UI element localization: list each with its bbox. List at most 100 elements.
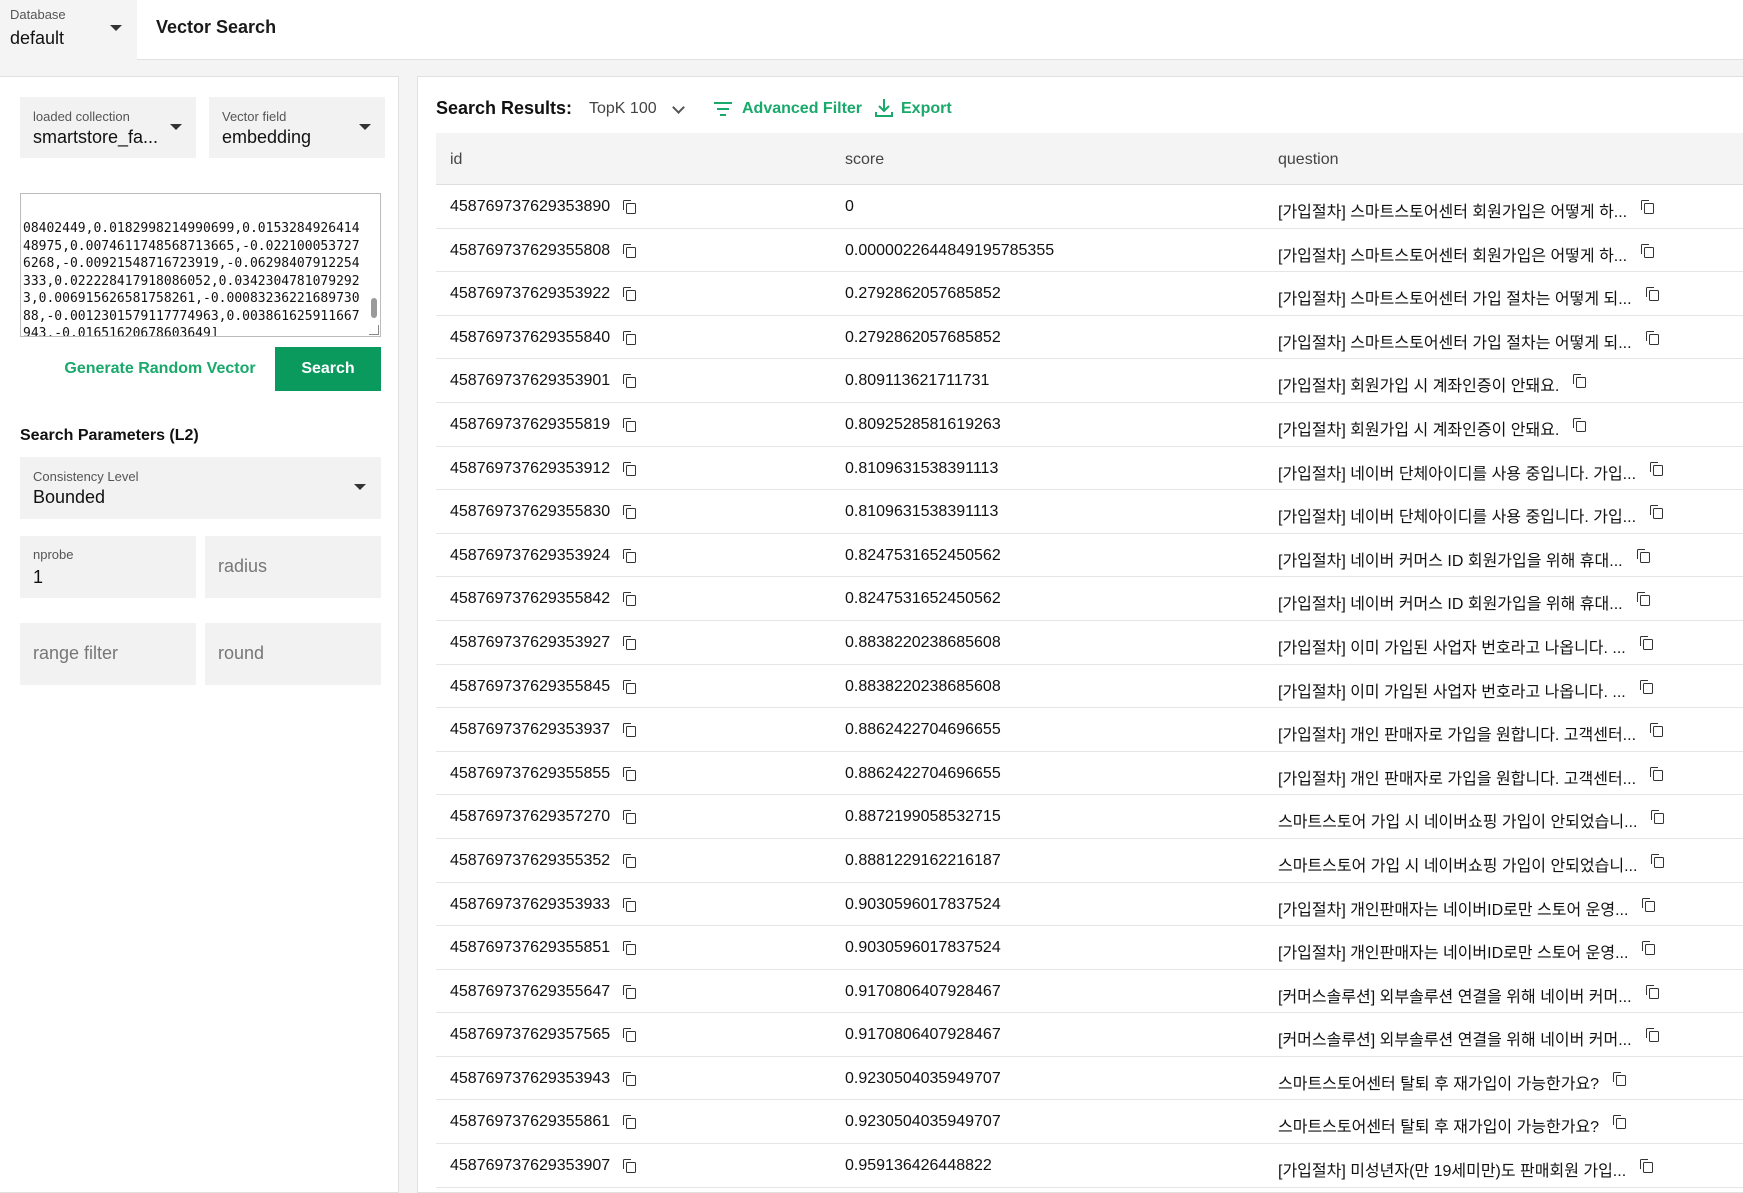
cell-score: 0 bbox=[845, 198, 854, 215]
copy-icon[interactable] bbox=[623, 941, 636, 956]
round-field[interactable]: round bbox=[205, 623, 381, 685]
copy-icon[interactable] bbox=[623, 287, 636, 302]
topk-select[interactable]: TopK 100 bbox=[589, 100, 657, 118]
search-config-panel: loaded collection smartstore_fa... Vecto… bbox=[0, 76, 399, 1193]
table-row: 458769737629353890 0 [가입절차] 스마트스토어센터 회원가입은… bbox=[436, 185, 1743, 229]
column-header-id[interactable]: id bbox=[450, 151, 462, 169]
copy-icon[interactable] bbox=[1642, 897, 1655, 912]
cell-question: [가입절차] 네이버 커머스 ID 회원가입을 위해 휴대... bbox=[1278, 552, 1623, 570]
copy-icon[interactable] bbox=[623, 592, 636, 607]
copy-icon[interactable] bbox=[623, 548, 636, 563]
cell-score: 0.0000022644849195785355 bbox=[845, 241, 1055, 259]
copy-icon[interactable] bbox=[623, 243, 636, 258]
copy-icon[interactable] bbox=[623, 1159, 636, 1174]
resize-handle-icon[interactable] bbox=[369, 325, 379, 335]
copy-icon[interactable] bbox=[1642, 941, 1655, 956]
copy-icon[interactable] bbox=[623, 1028, 636, 1043]
generate-random-vector-button[interactable]: Generate Random Vector bbox=[60, 357, 260, 381]
table-row: 458769737629353901 0.809113621711731 [가입절차… bbox=[436, 359, 1743, 403]
cell-score: 0.8092528581619263 bbox=[845, 415, 1001, 433]
copy-icon[interactable] bbox=[1650, 505, 1663, 520]
vector-input-text: 08402449,0.0182998214990699,0.0153284926… bbox=[23, 194, 363, 336]
column-header-score[interactable]: score bbox=[845, 151, 884, 169]
cell-id: 458769737629355808 bbox=[450, 241, 611, 259]
copy-icon[interactable] bbox=[1573, 374, 1586, 389]
vector-scroll-thumb[interactable] bbox=[371, 298, 377, 318]
copy-icon[interactable] bbox=[623, 897, 636, 912]
copy-icon[interactable] bbox=[623, 766, 636, 781]
vector-input[interactable]: 08402449,0.0182998214990699,0.0153284926… bbox=[20, 193, 381, 337]
cell-score: 0.809113621711731 bbox=[845, 372, 990, 390]
copy-icon[interactable] bbox=[1650, 723, 1663, 738]
nprobe-field[interactable]: nprobe 1 bbox=[20, 536, 196, 598]
database-value: default bbox=[10, 28, 65, 48]
copy-icon[interactable] bbox=[623, 1071, 636, 1086]
copy-icon[interactable] bbox=[1573, 417, 1586, 432]
radius-field[interactable]: radius bbox=[205, 536, 381, 598]
copy-icon[interactable] bbox=[623, 984, 636, 999]
table-row: 458769737629355845 0.8838220238685608 [가입절… bbox=[436, 665, 1743, 709]
column-header-question[interactable]: question bbox=[1278, 151, 1339, 169]
copy-icon[interactable] bbox=[623, 330, 636, 345]
cell-question: [가입절차] 개인판매자는 네이버ID로만 스토어 운영... bbox=[1278, 901, 1629, 919]
consistency-level-select[interactable]: Consistency Level Bounded bbox=[20, 457, 381, 519]
search-button[interactable]: Search bbox=[275, 347, 381, 391]
cell-id: 458769737629357270 bbox=[450, 808, 611, 826]
copy-icon[interactable] bbox=[1646, 330, 1659, 345]
copy-icon[interactable] bbox=[1613, 1115, 1626, 1130]
cell-question: [가입절차] 미성년자(만 19세미만)도 판매회원 가입... bbox=[1278, 1163, 1627, 1181]
table-row: 458769737629355647 0.9170806407928467 [커머스… bbox=[436, 970, 1743, 1014]
database-select[interactable]: Database default bbox=[0, 0, 137, 60]
copy-icon[interactable] bbox=[1613, 1071, 1626, 1086]
cell-score: 0.9170806407928467 bbox=[845, 1026, 1001, 1044]
copy-icon[interactable] bbox=[1637, 592, 1650, 607]
vector-field-select[interactable]: Vector field embedding bbox=[209, 97, 385, 158]
advanced-filter-label: Advanced Filter bbox=[742, 100, 863, 117]
copy-icon[interactable] bbox=[623, 461, 636, 476]
copy-icon[interactable] bbox=[1640, 1159, 1653, 1174]
copy-icon[interactable] bbox=[623, 374, 636, 389]
copy-icon[interactable] bbox=[1640, 635, 1653, 650]
copy-icon[interactable] bbox=[623, 200, 636, 214]
table-row: 458769737629355861 0.9230504035949707 스마트스… bbox=[436, 1100, 1743, 1145]
chevron-down-icon[interactable] bbox=[672, 101, 685, 114]
table-header: id score question bbox=[436, 133, 1743, 185]
cell-id: 458769737629353927 bbox=[450, 633, 611, 651]
table-row: 458769737629355851 0.9030596017837524 [가입절… bbox=[436, 926, 1743, 970]
copy-icon[interactable] bbox=[623, 853, 636, 868]
cell-id: 458769737629355851 bbox=[450, 939, 611, 957]
copy-icon[interactable] bbox=[1646, 984, 1659, 999]
cell-score: 0.8862422704696655 bbox=[845, 764, 1001, 782]
copy-icon[interactable] bbox=[1637, 548, 1650, 563]
copy-icon[interactable] bbox=[1651, 810, 1664, 825]
copy-icon[interactable] bbox=[1646, 1028, 1659, 1043]
copy-icon[interactable] bbox=[1641, 243, 1654, 258]
copy-icon[interactable] bbox=[623, 679, 636, 694]
cell-question: [가입절차] 회원가입 시 계좌인증이 안돼요. bbox=[1278, 421, 1560, 439]
copy-icon[interactable] bbox=[1641, 200, 1654, 214]
copy-icon[interactable] bbox=[623, 505, 636, 520]
copy-icon[interactable] bbox=[623, 810, 636, 825]
copy-icon[interactable] bbox=[623, 635, 636, 650]
database-label: Database bbox=[10, 7, 66, 22]
cell-question: [가입절차] 개인 판매자로 가입을 원합니다. 고객센터... bbox=[1278, 770, 1637, 788]
copy-icon[interactable] bbox=[1640, 679, 1653, 694]
collection-select[interactable]: loaded collection smartstore_fa... bbox=[20, 97, 196, 158]
copy-icon[interactable] bbox=[623, 723, 636, 738]
copy-icon[interactable] bbox=[1650, 766, 1663, 781]
copy-icon[interactable] bbox=[1650, 461, 1663, 476]
cell-question: [가입절차] 개인 판매자로 가입을 원합니다. 고객센터... bbox=[1278, 727, 1637, 745]
copy-icon[interactable] bbox=[1651, 853, 1664, 868]
top-header: Database default Vector Search bbox=[0, 0, 1743, 60]
cell-question: 스마트스토어센터 탈퇴 후 재가입이 가능한가요? bbox=[1278, 1075, 1600, 1093]
cell-question: [커머스솔루션] 외부솔루션 연결을 위해 네이버 커머... bbox=[1278, 1032, 1632, 1050]
cell-question: [가입절차] 회원가입 시 계좌인증이 안돼요. bbox=[1278, 378, 1560, 396]
copy-icon[interactable] bbox=[623, 1115, 636, 1130]
cell-question: [가입절차] 네이버 단체아이디를 사용 중입니다. 가입... bbox=[1278, 465, 1637, 483]
range-filter-field[interactable]: range filter bbox=[20, 623, 196, 685]
copy-icon[interactable] bbox=[1646, 287, 1659, 302]
nprobe-label: nprobe bbox=[33, 547, 74, 562]
copy-icon[interactable] bbox=[623, 417, 636, 432]
table-row: 458769737629355830 0.8109631538391113 [가입절… bbox=[436, 490, 1743, 534]
table-body: 458769737629353890 0 [가입절차] 스마트스토어센터 회원가입은… bbox=[436, 185, 1743, 1188]
